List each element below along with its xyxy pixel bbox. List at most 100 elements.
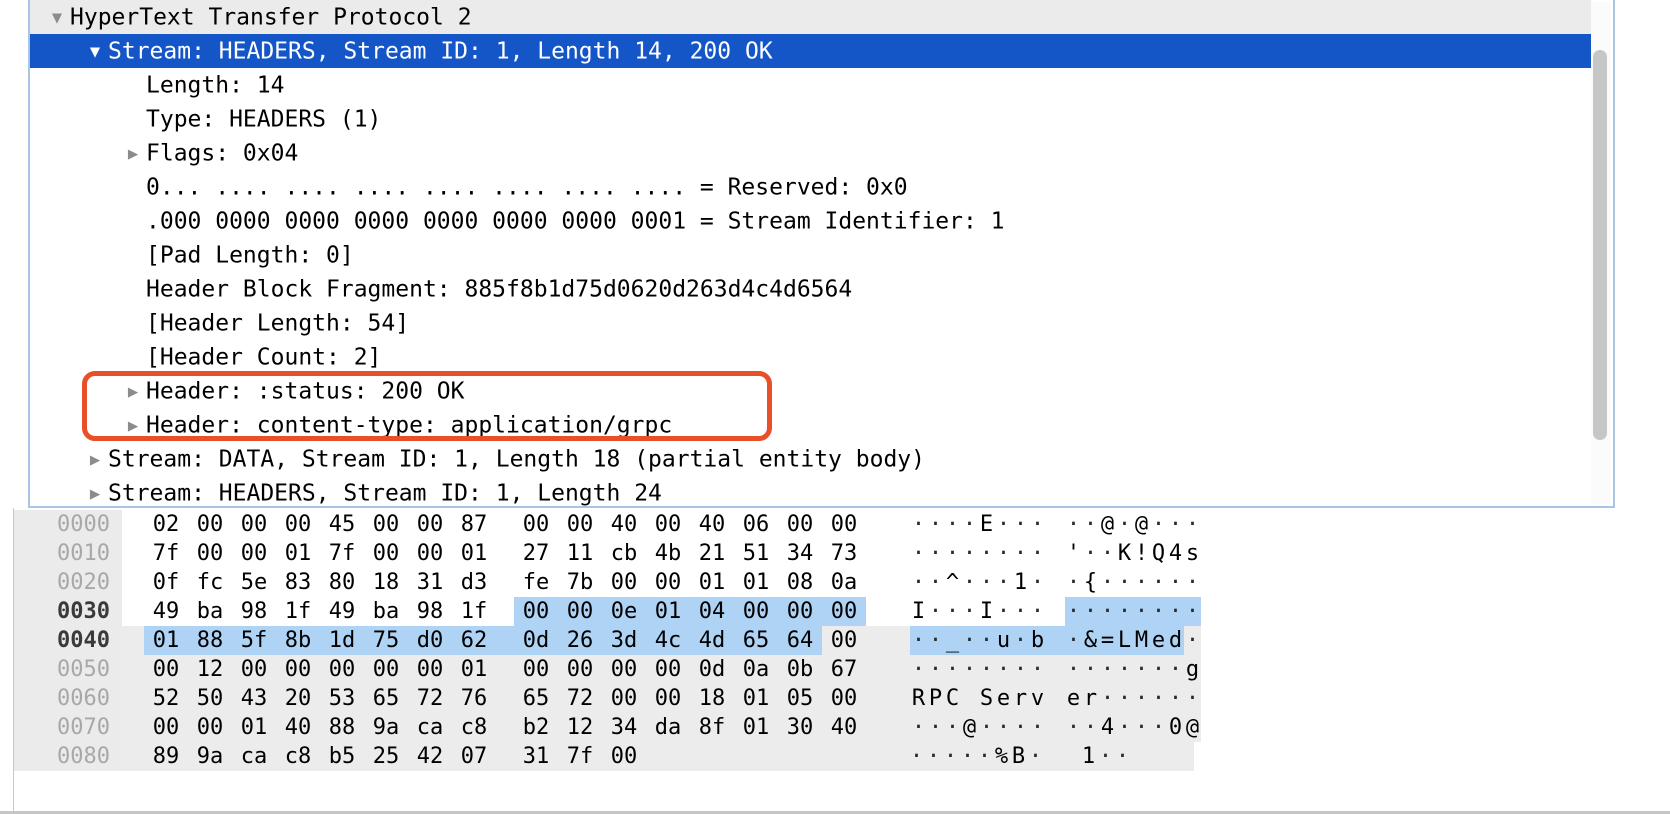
hex-byte[interactable]: 00 (364, 510, 408, 539)
hex-byte[interactable]: ca (232, 742, 276, 771)
ascii-char[interactable]: = (1099, 626, 1116, 655)
hex-byte[interactable]: 76 (452, 684, 496, 713)
ascii-char[interactable]: · (961, 539, 978, 568)
packet-detail-tree-rows[interactable]: ▼HyperText Transfer Protocol 2▼Stream: H… (30, 0, 1591, 508)
ascii-char[interactable]: · (1116, 597, 1133, 626)
hex-byte[interactable]: 65 (734, 626, 778, 655)
ascii-group[interactable]: ····E··· ··@·@··· (866, 510, 1201, 539)
ascii-char[interactable]: b (1029, 626, 1046, 655)
hex-dump-row[interactable]: 00107f0000017f000001 2711cb4b21513473···… (14, 539, 1201, 568)
hex-byte[interactable]: 1f (276, 597, 320, 626)
ascii-char[interactable]: v (1029, 684, 1046, 713)
hex-byte[interactable]: cb (602, 539, 646, 568)
tree-row[interactable]: ▶Length: 14 (30, 68, 1591, 102)
ascii-char[interactable]: r (1012, 684, 1029, 713)
hex-byte[interactable]: 0d (690, 655, 734, 684)
hex-byte[interactable]: 02 (144, 510, 188, 539)
hex-byte[interactable]: 53 (320, 684, 364, 713)
ascii-group[interactable]: I···I··· ········ (866, 597, 1201, 626)
ascii-char[interactable]: · (1065, 626, 1082, 655)
hex-byte-group[interactable]: 0ffc5e83801831d3 fe7b00000101080a (122, 568, 866, 597)
hex-byte[interactable]: c8 (452, 713, 496, 742)
ascii-char[interactable] (1063, 742, 1080, 771)
hex-byte[interactable]: 8b (276, 626, 320, 655)
hex-byte[interactable]: 1d (320, 626, 364, 655)
hex-byte[interactable]: 12 (558, 713, 602, 742)
ascii-char[interactable]: Q (1150, 539, 1167, 568)
hex-byte[interactable]: 00 (646, 510, 690, 539)
ascii-char[interactable]: @ (1133, 510, 1150, 539)
tree-scrollbar-track[interactable] (1591, 2, 1611, 504)
ascii-char[interactable]: · (927, 510, 944, 539)
hex-byte[interactable]: 00 (276, 510, 320, 539)
tree-row[interactable]: ▶[Pad Length: 0] (30, 238, 1591, 272)
hex-byte[interactable]: d3 (452, 568, 496, 597)
tree-row[interactable]: ▼Stream: HEADERS, Stream ID: 1, Length 1… (30, 34, 1591, 68)
hex-byte[interactable]: 27 (514, 539, 558, 568)
hex-byte[interactable]: 65 (364, 684, 408, 713)
hex-byte[interactable]: 00 (364, 655, 408, 684)
ascii-char[interactable]: · (1029, 568, 1046, 597)
hex-byte[interactable]: 83 (276, 568, 320, 597)
hex-byte[interactable]: 00 (646, 655, 690, 684)
hex-byte[interactable]: 11 (558, 539, 602, 568)
hex-byte[interactable]: 12 (188, 655, 232, 684)
ascii-char[interactable]: · (961, 655, 978, 684)
hex-byte[interactable]: 00 (408, 510, 452, 539)
ascii-char[interactable]: I (978, 597, 995, 626)
ascii-char[interactable]: 0 (1167, 713, 1184, 742)
ascii-char[interactable]: · (944, 655, 961, 684)
ascii-char[interactable]: · (1029, 539, 1046, 568)
hex-byte[interactable]: 5f (232, 626, 276, 655)
hex-byte[interactable]: b2 (514, 713, 558, 742)
ascii-char[interactable]: · (944, 539, 961, 568)
ascii-char[interactable]: C (944, 684, 961, 713)
ascii-char[interactable]: · (908, 742, 925, 771)
hex-byte[interactable]: fe (514, 568, 558, 597)
ascii-group[interactable]: ·····%B· 1·· (864, 742, 1194, 771)
hex-byte[interactable]: 64 (778, 626, 822, 655)
ascii-char[interactable]: E (978, 510, 995, 539)
hex-byte[interactable]: 42 (408, 742, 452, 771)
hex-byte[interactable]: 21 (690, 539, 734, 568)
ascii-char[interactable]: _ (944, 626, 961, 655)
ascii-char[interactable]: ' (1065, 539, 1082, 568)
ascii-char[interactable]: · (944, 713, 961, 742)
hex-byte[interactable]: 01 (734, 684, 778, 713)
ascii-char[interactable]: r (1082, 684, 1099, 713)
ascii-char[interactable]: · (1167, 597, 1184, 626)
hex-byte[interactable]: 00 (558, 510, 602, 539)
hex-byte[interactable]: 9a (364, 713, 408, 742)
ascii-char[interactable]: · (1065, 597, 1082, 626)
ascii-char[interactable]: 1 (1012, 568, 1029, 597)
hex-dump-row[interactable]: 00500012000000000001 000000000d0a0b67···… (14, 655, 1201, 684)
hex-byte[interactable]: 62 (452, 626, 496, 655)
packet-detail-tree-panel[interactable]: ▼HyperText Transfer Protocol 2▼Stream: H… (28, 0, 1615, 508)
hex-byte[interactable]: 9a (188, 742, 232, 771)
ascii-char[interactable]: · (1116, 684, 1133, 713)
ascii-char[interactable]: · (1184, 568, 1201, 597)
ascii-char[interactable]: % (993, 742, 1010, 771)
hex-byte[interactable]: 00 (646, 568, 690, 597)
ascii-char[interactable]: · (942, 742, 959, 771)
hex-byte[interactable]: 00 (822, 684, 866, 713)
ascii-char[interactable]: · (961, 510, 978, 539)
ascii-char[interactable]: · (995, 655, 1012, 684)
hex-byte[interactable]: 65 (514, 684, 558, 713)
ascii-char[interactable]: · (1150, 510, 1167, 539)
ascii-char[interactable]: · (1029, 655, 1046, 684)
ascii-char[interactable]: · (1133, 597, 1150, 626)
hex-byte[interactable]: 00 (602, 655, 646, 684)
ascii-char[interactable]: · (910, 655, 927, 684)
hex-byte[interactable]: 00 (188, 713, 232, 742)
hex-byte[interactable]: 18 (690, 684, 734, 713)
tree-row[interactable]: ▶Header: :status: 200 OK (30, 374, 1591, 408)
hex-byte-group[interactable]: 0012000000000001 000000000d0a0b67 (122, 655, 866, 684)
hex-byte[interactable]: 00 (514, 655, 558, 684)
hex-byte[interactable]: da (646, 713, 690, 742)
hex-byte[interactable]: 00 (514, 510, 558, 539)
ascii-char[interactable]: e (1150, 626, 1167, 655)
ascii-char[interactable]: · (1082, 597, 1099, 626)
ascii-char[interactable]: · (1116, 713, 1133, 742)
ascii-char[interactable]: · (1116, 568, 1133, 597)
